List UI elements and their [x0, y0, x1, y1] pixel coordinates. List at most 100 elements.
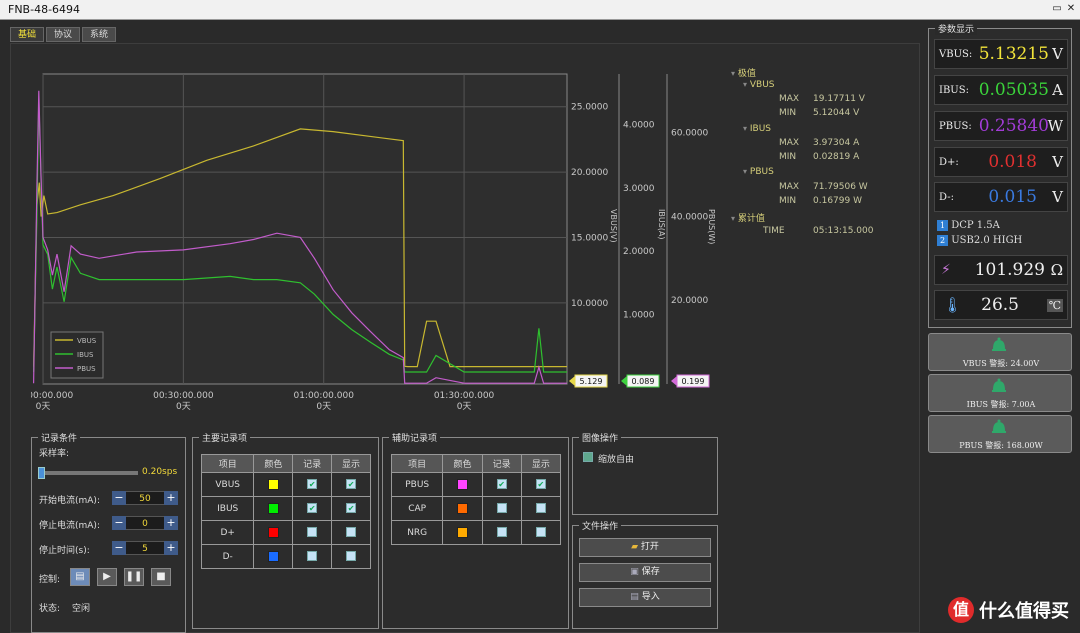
record-checkbox[interactable] [307, 551, 318, 562]
record-checkbox[interactable]: ✔ [307, 503, 318, 514]
plus-icon[interactable]: + [164, 541, 178, 555]
minus-icon[interactable]: − [112, 516, 126, 530]
stop-current-stepper[interactable]: − 0 + [112, 516, 178, 530]
color-cell[interactable] [253, 520, 294, 545]
open-button[interactable]: ▰ 打开 [579, 538, 711, 557]
stop-icon[interactable]: ■ [151, 568, 171, 586]
params-title: 参数显示 [935, 22, 978, 35]
auto-zoom-checkbox[interactable] [583, 452, 593, 462]
ibus-alarm-button[interactable]: IBUS 警报: 7.00A [928, 374, 1072, 412]
stop-current-value[interactable]: 0 [126, 516, 164, 530]
show-cell[interactable] [520, 520, 562, 545]
record-checkbox[interactable]: ✔ [496, 479, 507, 490]
color-swatch[interactable] [456, 527, 468, 538]
collapse-icon[interactable]: ▾ [743, 167, 747, 176]
plus-icon[interactable]: + [164, 491, 178, 505]
x-tick-day: 0天 [36, 402, 51, 412]
color-cell[interactable] [442, 520, 483, 545]
color-swatch[interactable] [456, 479, 468, 490]
vbus-alarm-button[interactable]: VBUS 警报: 24.00V [928, 333, 1072, 371]
image-ops-title: 图像操作 [579, 431, 622, 444]
record-cell[interactable]: ✔ [292, 472, 333, 497]
show-checkbox[interactable] [346, 551, 357, 562]
color-swatch[interactable] [456, 503, 468, 514]
ibus-value: 0.05035 [978, 80, 1049, 100]
save-button[interactable]: ▣ 保存 [579, 563, 711, 582]
collapse-icon[interactable]: ▾ [731, 69, 735, 78]
color-cell[interactable] [442, 496, 483, 521]
show-cell[interactable]: ✔ [331, 496, 371, 521]
record-cell[interactable]: ✔ [292, 496, 333, 521]
show-cell[interactable] [331, 544, 371, 569]
x-tick-day: 0天 [457, 402, 472, 412]
tab-basic[interactable]: 基础 [10, 27, 45, 42]
main-panel: 25.0000 20.0000 15.0000 10.0000 00:00:00.000… [10, 43, 920, 633]
show-cell[interactable]: ✔ [520, 472, 562, 497]
power-chart[interactable]: 25.0000 20.0000 15.0000 10.0000 00:00:00.000… [31, 69, 721, 419]
show-checkbox[interactable]: ✔ [346, 479, 357, 490]
rate-slider[interactable] [38, 467, 138, 479]
show-cell[interactable] [520, 496, 562, 521]
color-cell[interactable] [253, 496, 294, 521]
show-checkbox[interactable]: ✔ [535, 479, 546, 490]
y-tick-label: 60.0000 [671, 129, 708, 139]
restore-icon[interactable]: ▭ [1050, 2, 1064, 16]
main-record-group: 主要记录项 项目 颜色 记录 显示 VBUS ✔ ✔ IBUS ✔ ✔ D+ D- [192, 431, 379, 629]
save-icon: ▣ [630, 567, 639, 577]
stop-time-value[interactable]: 5 [126, 541, 164, 555]
play-icon[interactable]: ▶ [97, 568, 117, 586]
color-swatch[interactable] [267, 551, 279, 562]
import-button[interactable]: ▤ 导入 [579, 588, 711, 607]
auto-zoom-label: 缩放自由 [598, 455, 635, 465]
record-checkbox[interactable] [307, 527, 318, 538]
new-file-icon[interactable]: ▤ [70, 568, 90, 586]
rate-slider-knob[interactable] [38, 467, 45, 479]
show-checkbox[interactable] [535, 503, 546, 514]
close-icon[interactable]: ✕ [1064, 2, 1078, 16]
open-label: 打开 [640, 542, 659, 552]
dp-readout: D+: 0.018 V [934, 147, 1068, 177]
import-label: 导入 [641, 592, 660, 602]
temperature-unit: ℃ [1046, 299, 1063, 312]
color-cell[interactable] [442, 472, 483, 497]
color-cell[interactable] [253, 544, 294, 569]
item-name: CAP [390, 496, 444, 521]
tab-protocol[interactable]: 协议 [46, 27, 81, 42]
color-swatch[interactable] [267, 503, 279, 514]
record-cell[interactable]: ✔ [481, 472, 522, 497]
main-record-title: 主要记录项 [199, 431, 251, 444]
y-tick-label: 15.0000 [571, 234, 608, 244]
show-cell[interactable]: ✔ [331, 472, 371, 497]
vbus-max-label: MAX [779, 94, 800, 104]
record-cell[interactable] [481, 496, 522, 521]
show-checkbox[interactable] [535, 527, 546, 538]
show-cell[interactable] [331, 520, 371, 545]
show-checkbox[interactable]: ✔ [346, 503, 357, 514]
start-current-value[interactable]: 50 [126, 491, 164, 505]
color-cell[interactable] [253, 472, 294, 497]
plus-icon[interactable]: + [164, 516, 178, 530]
record-cell[interactable] [481, 520, 522, 545]
record-cell[interactable] [292, 544, 333, 569]
record-checkbox[interactable] [496, 503, 507, 514]
start-current-stepper[interactable]: − 50 + [112, 491, 178, 505]
color-swatch[interactable] [267, 479, 279, 490]
minus-icon[interactable]: − [112, 541, 126, 555]
collapse-icon[interactable]: ▾ [731, 214, 735, 223]
show-checkbox[interactable] [346, 527, 357, 538]
collapse-icon[interactable]: ▾ [743, 124, 747, 133]
color-swatch[interactable] [267, 527, 279, 538]
stop-time-stepper[interactable]: − 5 + [112, 541, 178, 555]
title-bar: FNB-48-6494 ▭ ✕ [0, 0, 1080, 20]
record-cell[interactable] [292, 520, 333, 545]
minus-icon[interactable]: − [112, 491, 126, 505]
record-checkbox[interactable] [496, 527, 507, 538]
ibus-label: IBUS [749, 124, 772, 134]
record-checkbox[interactable]: ✔ [307, 479, 318, 490]
pbus-max: 71.79506 W [813, 182, 868, 192]
pause-icon[interactable]: ❚❚ [124, 568, 144, 586]
tab-system[interactable]: 系统 [82, 27, 117, 42]
state-label: 状态: [39, 604, 61, 614]
pbus-alarm-button[interactable]: PBUS 警报: 168.00W [928, 415, 1072, 453]
collapse-icon[interactable]: ▾ [743, 80, 747, 89]
